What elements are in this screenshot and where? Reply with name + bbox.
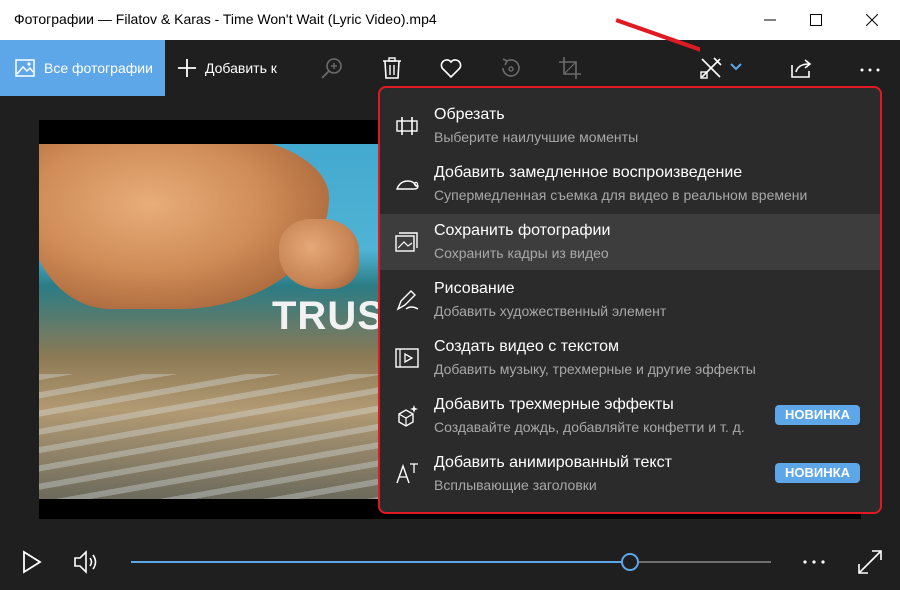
- menu-item-title: Добавить трехмерные эффекты: [434, 396, 674, 413]
- draw-icon: [396, 290, 419, 311]
- trim-icon: [396, 117, 418, 135]
- menu-item-subtitle: Выберите наилучшие моменты: [434, 129, 639, 145]
- seek-bar-thumb[interactable]: [621, 553, 640, 571]
- menu-item-title: Сохранить фотографии: [434, 222, 611, 239]
- close-button[interactable]: [849, 0, 895, 40]
- plus-icon: [178, 59, 196, 77]
- edit-create-button[interactable]: [699, 56, 723, 80]
- edit-create-icon: [700, 57, 722, 79]
- rock-shape-small: [279, 219, 359, 289]
- minimize-icon: [764, 19, 776, 21]
- menu-item-trim[interactable]: Обрезать Выберите наилучшие моменты: [380, 98, 880, 154]
- more-icon: [860, 68, 880, 72]
- video-text-icon: [395, 348, 419, 368]
- all-photos-button[interactable]: Все фотографии: [0, 40, 165, 96]
- maximize-icon: [810, 14, 822, 26]
- annotation-arrow: [615, 18, 700, 52]
- fullscreen-icon: [858, 550, 882, 574]
- seek-bar-progress: [131, 561, 631, 563]
- menu-item-save-photos[interactable]: Сохранить фотографии Сохранить кадры из …: [380, 214, 880, 270]
- slow-motion-icon: [395, 180, 419, 190]
- chevron-down-icon: [730, 63, 742, 71]
- favorite-button[interactable]: [439, 56, 463, 80]
- menu-item-slow-motion[interactable]: Добавить замедленное воспроизведение Суп…: [380, 156, 880, 212]
- menu-item-title: Создать видео с текстом: [434, 338, 619, 355]
- menu-item-title: Рисование: [434, 280, 515, 297]
- zoom-icon: [321, 58, 342, 79]
- menu-item-draw[interactable]: Рисование Добавить художественный элемен…: [380, 272, 880, 328]
- add-to-button[interactable]: Добавить к: [177, 40, 277, 96]
- share-button[interactable]: [789, 56, 813, 80]
- menu-item-title: Добавить анимированный текст: [434, 454, 672, 471]
- 3d-effects-icon: [398, 405, 418, 427]
- all-photos-label: Все фотографии: [44, 60, 153, 76]
- title-bar: Фотографии — Filatov & Karas - Time Won'…: [0, 0, 900, 40]
- edit-create-dropdown[interactable]: [727, 58, 745, 76]
- menu-item-title: Добавить замедленное воспроизведение: [434, 164, 743, 181]
- window-title: Фотографии — Filatov & Karas - Time Won'…: [14, 11, 437, 27]
- more-icon: [803, 560, 825, 564]
- menu-item-subtitle: Создавайте дождь, добавляйте конфетти и …: [434, 419, 745, 435]
- delete-button[interactable]: [380, 56, 404, 80]
- rotate-icon: [502, 58, 520, 77]
- rock-shape: [39, 144, 329, 309]
- video-frame: TRUS: [39, 144, 379, 499]
- volume-button[interactable]: [72, 548, 100, 576]
- menu-item-animated-text[interactable]: Добавить анимированный текст Всплывающие…: [380, 446, 880, 502]
- close-icon: [866, 14, 878, 26]
- image-icon: [15, 59, 35, 77]
- menu-item-subtitle: Сохранить кадры из видео: [434, 245, 609, 261]
- share-icon: [791, 59, 812, 78]
- heart-icon: [440, 59, 462, 79]
- more-button[interactable]: [858, 56, 882, 80]
- delete-icon: [383, 57, 401, 79]
- menu-item-video-with-text[interactable]: Создать видео с текстом Добавить музыку,…: [380, 330, 880, 386]
- menu-item-subtitle: Добавить музыку, трехмерные и другие эфф…: [434, 361, 756, 377]
- playback-controls: [0, 530, 900, 590]
- sea-foam: [39, 374, 379, 499]
- add-to-label: Добавить к: [205, 60, 277, 76]
- new-badge: НОВИНКА: [775, 405, 860, 425]
- animated-text-icon: [396, 463, 418, 484]
- rotate-button[interactable]: [498, 56, 522, 80]
- new-badge: НОВИНКА: [775, 463, 860, 483]
- maximize-button[interactable]: [793, 0, 839, 40]
- video-overlay-text: TRUS: [272, 294, 379, 338]
- fullscreen-button[interactable]: [856, 548, 884, 576]
- minimize-button[interactable]: [747, 0, 793, 40]
- edit-create-menu: Обрезать Выберите наилучшие моменты Доба…: [378, 86, 882, 514]
- menu-item-subtitle: Добавить художественный элемент: [434, 303, 667, 319]
- play-icon: [23, 550, 42, 574]
- save-photos-icon: [395, 232, 418, 252]
- volume-icon: [74, 550, 97, 574]
- playback-more-button[interactable]: [800, 548, 828, 576]
- menu-item-subtitle: Супермедленная съемка для видео в реальн…: [434, 187, 808, 203]
- menu-item-3d-effects[interactable]: Добавить трехмерные эффекты Создавайте д…: [380, 388, 880, 444]
- zoom-button[interactable]: [320, 56, 344, 80]
- seek-bar[interactable]: [131, 553, 771, 571]
- menu-item-subtitle: Всплывающие заголовки: [434, 477, 597, 493]
- menu-item-title: Обрезать: [434, 106, 505, 123]
- play-button[interactable]: [17, 548, 45, 576]
